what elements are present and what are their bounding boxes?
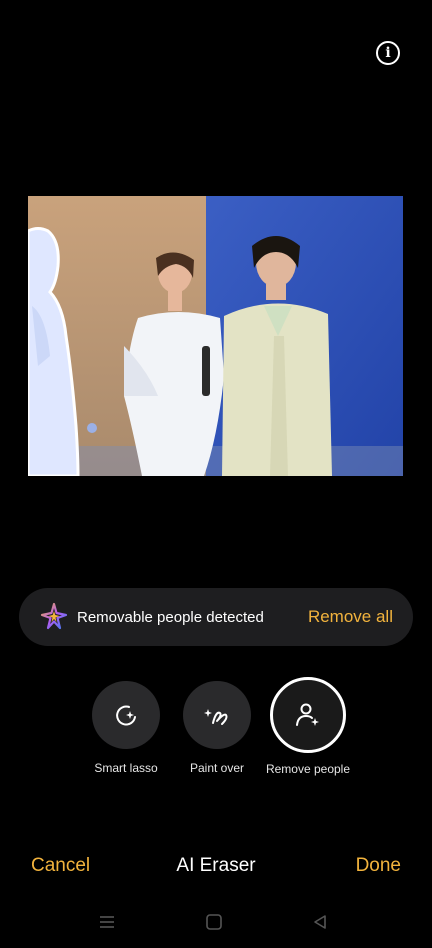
smart-lasso-tool[interactable]: Smart lasso <box>81 681 171 775</box>
home-square-icon[interactable] <box>203 911 225 933</box>
paint-over-button[interactable] <box>183 681 251 749</box>
back-triangle-icon[interactable] <box>309 911 331 933</box>
info-button[interactable]: i <box>376 41 400 65</box>
system-navigation-bar <box>0 905 432 939</box>
photo-image <box>28 196 403 476</box>
brush-sparkle-icon <box>204 709 228 725</box>
photo-canvas[interactable] <box>28 196 403 476</box>
lasso-sparkle-icon <box>116 705 136 726</box>
detection-message: Removable people detected <box>77 608 264 626</box>
paint-over-label: Paint over <box>189 761 245 775</box>
smart-lasso-button[interactable] <box>92 681 160 749</box>
person-sparkle-icon <box>296 703 319 726</box>
remove-all-button[interactable]: Remove all <box>308 607 393 627</box>
bottom-action-bar: AI Eraser Cancel Done <box>0 845 432 887</box>
remove-people-label: Remove people <box>265 762 351 776</box>
ai-eraser-screen: i Removable people detected Remove all S… <box>0 0 432 948</box>
info-icon: i <box>385 45 391 61</box>
paint-over-tool[interactable]: Paint over <box>172 681 262 775</box>
cancel-button[interactable]: Cancel <box>31 855 90 877</box>
sparkle-icon <box>40 602 68 630</box>
done-button[interactable]: Done <box>356 855 401 877</box>
smart-lasso-label: Smart lasso <box>94 761 158 775</box>
menu-icon[interactable] <box>96 911 118 933</box>
remove-people-button[interactable] <box>270 677 346 753</box>
detection-banner: Removable people detected Remove all <box>19 588 413 646</box>
remove-people-tool[interactable]: Remove people <box>262 677 354 776</box>
